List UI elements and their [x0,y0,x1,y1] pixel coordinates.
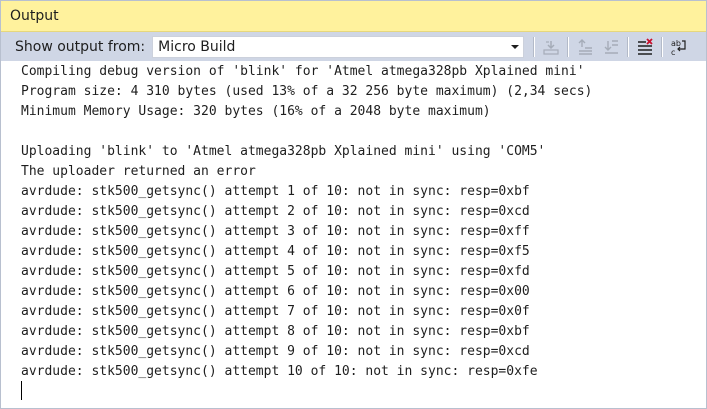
go-to-previous-message-icon [578,38,593,55]
output-line: Minimum Memory Usage: 320 bytes (16% of … [21,104,491,119]
toolbar-separator [627,36,630,57]
svg-text:ab: ab [671,39,681,48]
output-source-dropdown[interactable]: Micro Build [152,35,525,58]
toolbar-separator [661,36,664,57]
output-line: avrdude: stk500_getsync() attempt 6 of 1… [21,284,530,299]
output-line: avrdude: stk500_getsync() attempt 5 of 1… [21,264,530,279]
show-output-from-label: Show output from: [15,38,146,55]
clear-all-icon [638,37,653,55]
output-text-area[interactable]: Compiling debug version of 'blink' for '… [1,61,706,408]
output-toolbar: Show output from: Micro Build ab c [1,32,706,61]
output-window: Output Show output from: Micro Build ab … [0,0,707,409]
output-line: avrdude: stk500_getsync() attempt 9 of 1… [21,344,530,359]
output-line: avrdude: stk500_getsync() attempt 2 of 1… [21,204,530,219]
output-line: Program size: 4 310 bytes (used 13% of a… [21,84,593,99]
toggle-word-wrap-button[interactable]: ab c [667,36,691,58]
output-line: Uploading 'blink' to 'Atmel atmega328pb … [21,144,546,159]
svg-text:c: c [671,48,675,56]
panel-title: Output [10,8,59,24]
output-line: avrdude: stk500_getsync() attempt 10 of … [21,364,538,379]
toolbar-separator [567,36,570,57]
toolbar-separator [533,36,536,57]
output-line: avrdude: stk500_getsync() attempt 8 of 1… [21,324,530,339]
output-line: The uploader returned an error [21,164,256,179]
go-to-previous-message-button[interactable] [573,36,597,58]
go-to-next-message-icon [604,39,619,54]
toggle-word-wrap-icon: ab c [671,39,686,56]
output-line: Compiling debug version of 'blink' for '… [21,64,585,79]
find-message-in-code-button[interactable] [539,36,563,58]
output-line: avrdude: stk500_getsync() attempt 7 of 1… [21,304,530,319]
output-line: avrdude: stk500_getsync() attempt 3 of 1… [21,224,530,239]
output-line: avrdude: stk500_getsync() attempt 4 of 1… [21,244,530,259]
text-caret [21,381,22,400]
output-toolbar-buttons: ab c [530,32,692,61]
chevron-down-icon [511,44,520,49]
go-to-next-message-button[interactable] [599,36,623,58]
output-source-value: Micro Build [158,38,236,55]
output-line: avrdude: stk500_getsync() attempt 1 of 1… [21,184,530,199]
find-message-in-code-icon [543,40,559,55]
output-title-bar[interactable]: Output [1,1,706,32]
clear-all-button[interactable] [633,36,657,58]
